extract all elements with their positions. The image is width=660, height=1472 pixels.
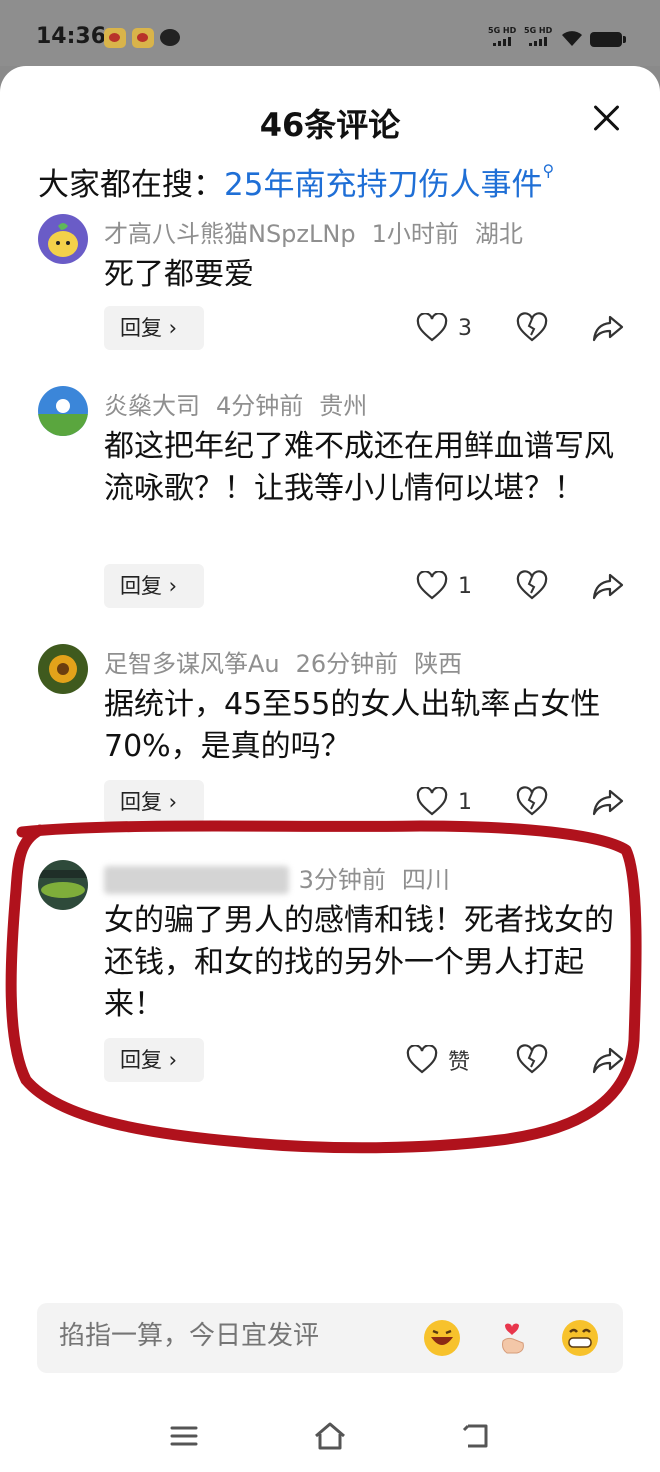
- like-button[interactable]: 1: [416, 786, 472, 818]
- comment-text: 据统计，45至55的女人出轨率占女性70%，是真的吗？: [104, 687, 601, 764]
- laugh-emoji-icon[interactable]: [423, 1319, 461, 1357]
- heart-icon: [406, 1045, 438, 1074]
- broken-heart-icon[interactable]: [516, 570, 548, 602]
- comment-actions: 回复 › 1: [0, 564, 660, 608]
- wifi-icon: [562, 31, 582, 46]
- comment-time: 4分钟前: [216, 392, 304, 420]
- signal-icon: 5G HD: [488, 26, 516, 46]
- close-button[interactable]: [588, 100, 624, 136]
- status-bar: 14:36 5G HD 5G HD: [0, 0, 660, 66]
- weibo-notification-icon: [132, 28, 154, 48]
- comment-meta: ██████████ 3分钟前四川: [104, 860, 466, 895]
- trending-search: 大家都在搜：25年南充持刀伤人事件⚲: [38, 159, 554, 204]
- comment-username[interactable]: 足智多谋风筝Au: [104, 650, 280, 678]
- comment-username[interactable]: 炎燊大司: [104, 392, 200, 420]
- like-count: 3: [458, 315, 472, 341]
- like-count: 1: [458, 573, 472, 599]
- comment-input-bar: [37, 1303, 623, 1373]
- avatar[interactable]: [38, 644, 88, 694]
- grin-emoji-icon[interactable]: [561, 1319, 599, 1357]
- comment-actions: 回复 › 1: [0, 780, 660, 824]
- like-button[interactable]: 1: [416, 570, 472, 602]
- comment-actions: 回复 › 赞: [0, 1038, 660, 1082]
- avatar[interactable]: [38, 214, 88, 264]
- reply-button[interactable]: 回复 ›: [104, 1038, 204, 1082]
- system-navigation-bar: [0, 1406, 660, 1472]
- network-label: 5G HD: [488, 26, 517, 35]
- comment-location: 四川: [401, 866, 450, 894]
- comment-time: 26分钟前: [295, 650, 399, 678]
- trending-search-label: 大家都在搜：: [38, 167, 224, 203]
- broken-heart-icon[interactable]: [516, 786, 548, 818]
- heart-icon: [416, 313, 448, 342]
- comment-text: 都这把年纪了难不成还在用鲜血谱写风流咏歌？！让我等小儿情何以堪？！: [104, 429, 614, 506]
- comment-input[interactable]: [59, 1321, 379, 1351]
- message-notification-icon: [160, 29, 180, 46]
- share-icon[interactable]: [592, 1044, 624, 1076]
- comments-sheet: 46条评论 大家都在搜：25年南充持刀伤人事件⚲ 才高八斗熊猫NSpzLNp 1小…: [0, 66, 660, 1472]
- comment-meta: 足智多谋风筝Au 26分钟前 陕西: [104, 644, 478, 679]
- sheet-title: 46条评论: [259, 106, 401, 144]
- comment-username[interactable]: 才高八斗熊猫NSpzLNp: [104, 220, 356, 248]
- comment-username-blurred[interactable]: ██████████: [104, 866, 289, 894]
- comment-meta: 才高八斗熊猫NSpzLNp 1小时前 湖北: [104, 214, 539, 249]
- share-icon[interactable]: [592, 312, 624, 344]
- menu-icon[interactable]: [166, 1418, 202, 1454]
- comment-actions: 回复 › 3: [0, 306, 660, 350]
- comment-location: 陕西: [414, 650, 463, 678]
- status-time: 14:36: [36, 24, 107, 49]
- reply-button[interactable]: 回复 ›: [104, 306, 204, 350]
- reply-button[interactable]: 回复 ›: [104, 780, 204, 824]
- comment-time: 1小时前: [371, 220, 459, 248]
- like-count: 赞: [448, 1050, 471, 1075]
- comment-text: 死了都要爱: [104, 257, 254, 292]
- like-count: 1: [458, 789, 472, 815]
- weibo-notification-icon: [104, 28, 126, 48]
- heart-icon: [416, 571, 448, 600]
- like-button[interactable]: 赞: [406, 1044, 470, 1076]
- comment-location: 贵州: [319, 392, 368, 420]
- like-button[interactable]: 3: [416, 312, 472, 344]
- trending-search-link[interactable]: 25年南充持刀伤人事件: [224, 167, 542, 203]
- share-icon[interactable]: [592, 786, 624, 818]
- network-label: 5G HD: [524, 26, 553, 35]
- broken-heart-icon[interactable]: [516, 312, 548, 344]
- back-icon[interactable]: [458, 1418, 494, 1454]
- comment-meta: 炎燊大司 4分钟前 贵州: [104, 386, 383, 421]
- heart-icon: [416, 787, 448, 816]
- search-suggest-icon: ⚲: [542, 161, 555, 180]
- comment-time: 3分钟前: [298, 866, 386, 894]
- avatar[interactable]: [38, 386, 88, 436]
- comment-location: 湖北: [474, 220, 523, 248]
- share-icon[interactable]: [592, 570, 624, 602]
- avatar[interactable]: [38, 860, 88, 910]
- broken-heart-icon[interactable]: [516, 1044, 548, 1076]
- finger-heart-emoji-icon[interactable]: [493, 1319, 531, 1357]
- home-icon[interactable]: [312, 1418, 348, 1454]
- battery-icon: [590, 32, 626, 47]
- signal-icon: 5G HD: [524, 26, 552, 46]
- reply-button[interactable]: 回复 ›: [104, 564, 204, 608]
- comment-text: 女的骗了男人的感情和钱！死者找女的还钱，和女的找的另外一个男人打起来！: [104, 903, 614, 1022]
